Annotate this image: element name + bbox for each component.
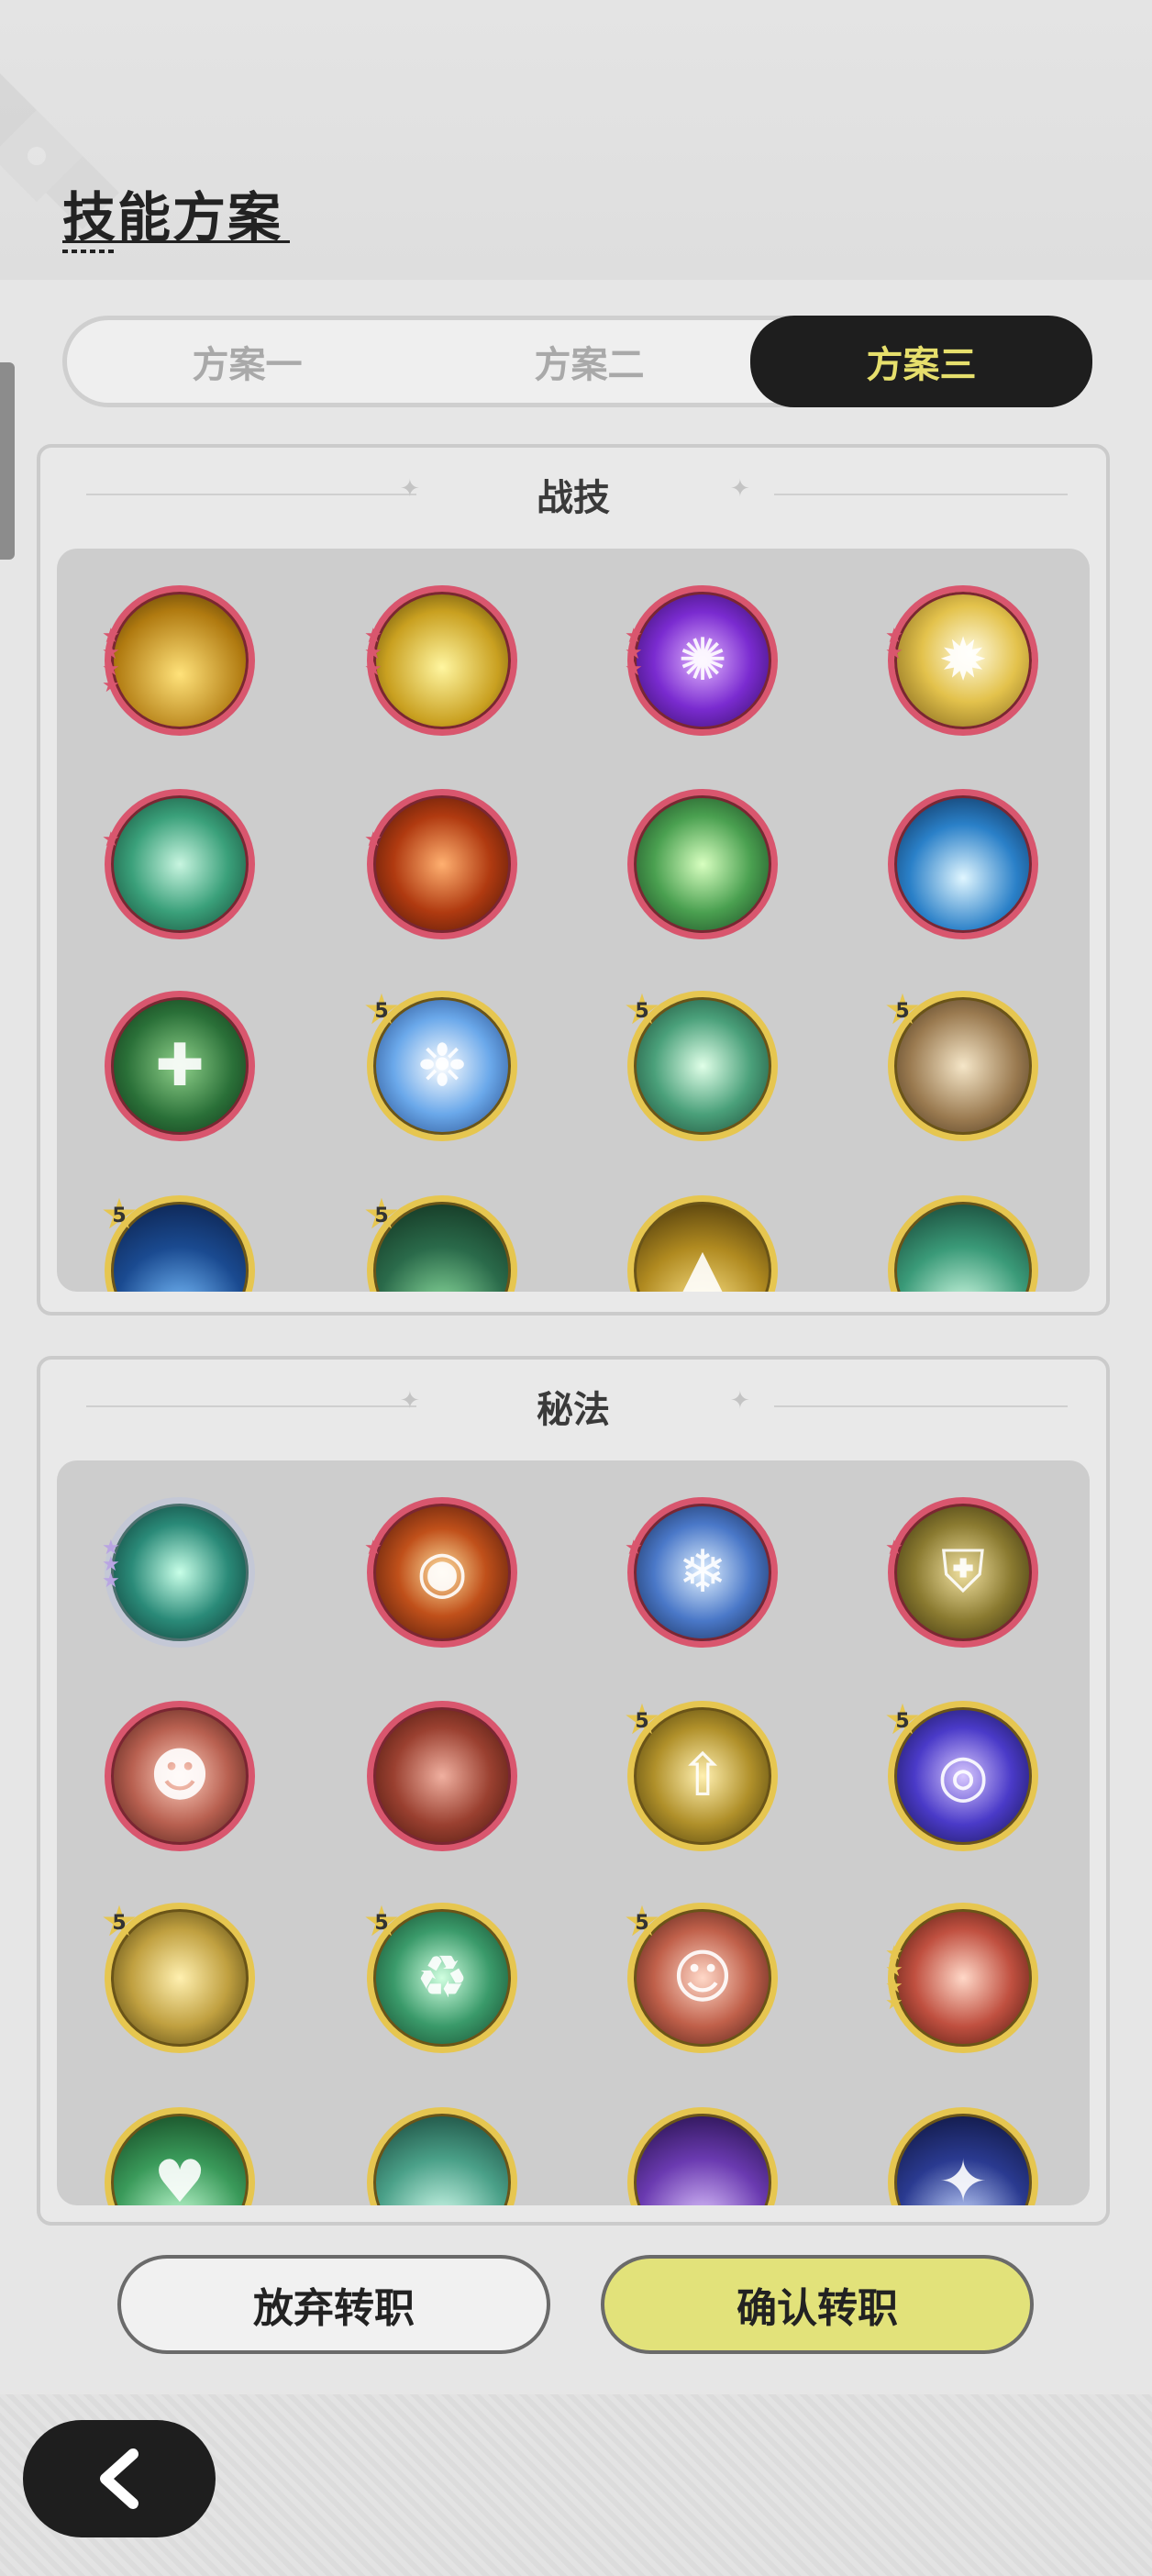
fire-orb-glyph: ◉ — [416, 1538, 468, 1606]
confirm-class-change-button[interactable]: 确认转职 — [601, 2255, 1034, 2354]
rank-badge: ★ 5 — [883, 984, 922, 1034]
panel-header: ✦ 战技 ✦ — [40, 448, 1106, 539]
blue-wave-icon[interactable] — [888, 789, 1038, 939]
combat-skills-panel: ✦ 战技 ✦ ★★★★★★★✺★★★✹★★★★✚❉★5★5★5★5★5▲★★ — [37, 444, 1110, 1316]
healing-cross-glyph: ✚ — [155, 1032, 205, 1100]
demon-face-icon[interactable] — [367, 1701, 517, 1851]
golden-wing-icon[interactable]: ★ 5 — [100, 1900, 255, 2053]
divider — [774, 494, 1068, 495]
rank-stars: ★ — [885, 1537, 903, 1560]
ice-crystal-icon[interactable]: ❄ ★ — [625, 1497, 778, 1648]
starry-night-glyph: ✦ — [938, 2149, 988, 2205]
flame-fist-glyph — [894, 1909, 1032, 2047]
rank-stars: ★ ★ ★ ★ — [102, 625, 120, 697]
fire-orb-icon[interactable]: ◉ ★ — [364, 1497, 517, 1648]
lightning-orb-icon[interactable]: ★ ★ ★ — [364, 585, 517, 736]
chevron-left-icon — [100, 2448, 138, 2509]
radiant-sun-glyph: ✹ — [938, 627, 988, 694]
secret-arts-grid[interactable]: ★★★◉★❄★⛨★☻⇧★5◎★5★5♻★5☺★5★★★★♥★★★✦★ — [57, 1460, 1090, 2205]
magma-crack-glyph — [373, 795, 511, 933]
rank-badge: ★ 5 — [362, 1896, 401, 1946]
title-dots — [62, 250, 116, 253]
side-drawer-handle[interactable] — [0, 362, 15, 560]
rank-stars: ★ ★ ★ — [364, 625, 382, 681]
rank-stars: ★ — [364, 1537, 382, 1560]
rank-badge: ★ 5 — [623, 1694, 661, 1744]
wind-slash-icon[interactable]: ★ — [888, 1195, 1038, 1292]
swirl-orb-icon[interactable]: ★ — [367, 2107, 517, 2205]
rank-badge: ★ 5 — [883, 1694, 922, 1744]
combat-skills-grid[interactable]: ★★★★★★★✺★★★✹★★★★✚❉★5★5★5★5★5▲★★ — [57, 549, 1090, 1292]
rank-badge: ★ 5 — [623, 1896, 661, 1946]
swirl-orb-glyph — [373, 2114, 511, 2205]
green-flame-icon[interactable] — [627, 789, 778, 939]
demon-face-glyph — [373, 1707, 511, 1845]
wind-slash-glyph — [894, 1202, 1032, 1292]
purple-storm-icon[interactable]: ✺ ★ ★ ★ — [625, 585, 778, 736]
rank-badge: ★ 5 — [100, 1189, 138, 1238]
green-whirlwind-glyph — [111, 795, 249, 933]
plan-tabs: 方案一 方案二 方案三 — [62, 316, 1092, 407]
tab-plan-3[interactable]: 方案三 — [750, 316, 1092, 407]
rank-stars: ★ ★ ★ — [625, 625, 643, 681]
flame-fist-icon[interactable]: ★ ★ ★ ★ — [885, 1903, 1038, 2053]
tab-plan-2[interactable]: 方案二 — [418, 320, 760, 403]
ice-shards-icon[interactable]: ❉ ★ 5 — [362, 988, 517, 1141]
blue-tide-icon[interactable]: ★ 5 — [100, 1193, 255, 1292]
recycle-leaf-icon[interactable]: ♻ ★ 5 — [362, 1900, 517, 2053]
secret-arts-panel: ✦ 秘法 ✦ ★★★◉★❄★⛨★☻⇧★5◎★5★5♻★5☺★5★★★★♥★★★✦… — [37, 1356, 1110, 2226]
meditating-figure-icon[interactable]: ☺ ★ 5 — [623, 1900, 778, 2053]
rank-badge: ★ 5 — [362, 1189, 401, 1238]
back-button[interactable] — [23, 2420, 216, 2537]
rank-stars: ★ ★ ★ — [102, 1537, 120, 1593]
purple-storm-glyph: ✺ — [678, 627, 727, 694]
paper-talisman-icon[interactable]: ★ 5 — [883, 988, 1038, 1141]
tab-plan-1[interactable]: 方案一 — [76, 320, 418, 403]
blue-wave-glyph — [894, 795, 1032, 933]
healing-cross-icon[interactable]: ✚ — [105, 991, 255, 1141]
crystal-leaf-icon[interactable]: ★ ★ ★ — [102, 1497, 255, 1648]
divider — [774, 1405, 1068, 1407]
shield-glyph: ⛨ — [941, 1538, 985, 1606]
golden-spike-burst-icon[interactable]: ★ ★ ★ ★ — [102, 585, 255, 736]
panel-header: ✦ 秘法 ✦ — [40, 1360, 1106, 1451]
starry-night-icon[interactable]: ✦★ — [888, 2107, 1038, 2205]
rank-badge: ★ 5 — [362, 984, 401, 1034]
rank-stars: ★ ★ — [885, 625, 903, 664]
purple-vortex-icon[interactable]: ★ — [627, 2107, 778, 2205]
magma-crack-icon[interactable]: ★ — [364, 789, 517, 939]
golden-spike-glyph: ▲ — [680, 1237, 726, 1292]
rank-stars: ★ — [625, 1537, 643, 1560]
rank-stars: ★ — [364, 828, 382, 851]
green-whirlwind-icon[interactable]: ★ — [102, 789, 255, 939]
sparkle-icon: ✦ — [730, 475, 750, 503]
title-underline — [62, 240, 290, 243]
rank-badge: ★ 5 — [623, 984, 661, 1034]
green-flame-glyph — [634, 795, 771, 933]
ice-crystal-glyph: ❄ — [678, 1538, 727, 1606]
arrow-up-icon[interactable]: ⇧ ★ 5 — [623, 1698, 778, 1851]
clock-vortex-icon[interactable]: ◎ ★ 5 — [883, 1698, 1038, 1851]
green-heart-icon[interactable]: ♥★ — [105, 2107, 255, 2205]
crystal-leaf-glyph — [111, 1504, 249, 1641]
purple-vortex-glyph — [634, 2114, 771, 2205]
thorn-vine-icon[interactable]: ★ 5 — [362, 1193, 517, 1292]
wind-sphere-icon[interactable]: ★ 5 — [623, 988, 778, 1141]
radiant-sun-icon[interactable]: ✹ ★ ★ — [885, 585, 1038, 736]
heal-figure-glyph: ☻ — [149, 1742, 211, 1810]
rank-stars: ★ — [102, 828, 120, 851]
shield-icon[interactable]: ⛨ ★ — [885, 1497, 1038, 1648]
rank-stars: ★ ★ ★ ★ — [885, 1942, 903, 2015]
green-heart-glyph: ♥ — [153, 2149, 206, 2205]
header-band: 技能方案 — [0, 0, 1152, 280]
golden-spike-burst-glyph — [111, 592, 249, 729]
lightning-orb-glyph — [373, 592, 511, 729]
heal-figure-icon[interactable]: ☻ — [105, 1701, 255, 1851]
rank-badge: ★ 5 — [100, 1896, 138, 1946]
golden-spike-icon[interactable]: ▲★ — [627, 1195, 778, 1292]
sparkle-icon: ✦ — [730, 1387, 750, 1415]
abandon-class-change-button[interactable]: 放弃转职 — [117, 2255, 550, 2354]
